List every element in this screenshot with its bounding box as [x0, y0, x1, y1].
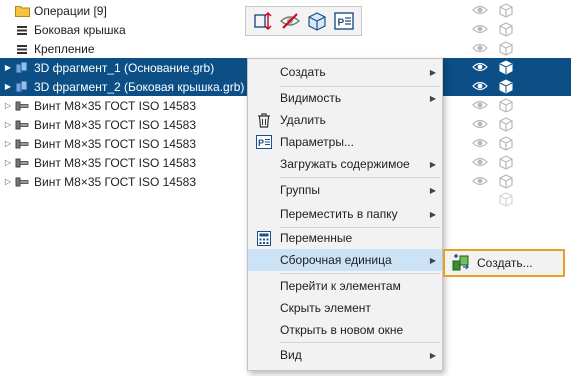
svg-text:P: P [338, 18, 345, 29]
submenu-arrow-icon: ▶ [429, 255, 437, 265]
expand-arrow-icon[interactable]: ▶ [2, 82, 14, 91]
parameters-icon[interactable]: P [332, 9, 356, 33]
trash-icon [248, 112, 280, 128]
cube-icon[interactable] [498, 116, 514, 132]
visibility-eye-icon[interactable] [472, 117, 488, 131]
expand-arrow-icon[interactable]: ▷ [2, 177, 14, 186]
menu-item-visibility[interactable]: Видимость ▶ [248, 87, 442, 109]
submenu-arrow-icon: ▶ [429, 93, 437, 103]
cube-icon[interactable] [498, 97, 514, 113]
list-icon [14, 42, 30, 56]
menu-item-parameters[interactable]: P Параметры... [248, 131, 442, 153]
tree-row-label: Боковая крышка [34, 22, 126, 37]
fragment-3d-icon [14, 61, 30, 75]
cube-icon[interactable] [498, 21, 514, 37]
screw-icon [14, 99, 30, 113]
submenu-arrow-icon: ▶ [429, 185, 437, 195]
menu-separator [280, 177, 440, 178]
list-icon [14, 23, 30, 37]
cube-icon[interactable] [498, 135, 514, 151]
expand-arrow-icon[interactable]: ▷ [2, 101, 14, 110]
menu-item-hide-element[interactable]: Скрыть элемент [248, 297, 442, 319]
tree-row-label: 3D фрагмент_2 (Боковая крышка.grb) [34, 79, 245, 94]
menu-item-delete[interactable]: Удалить [248, 109, 442, 131]
cube-icon[interactable] [498, 40, 514, 56]
submenu-item-create[interactable]: Создать... [477, 256, 533, 270]
calculator-icon [248, 230, 280, 246]
hide-icon[interactable] [278, 9, 302, 33]
submenu-arrow-icon: ▶ [429, 159, 437, 169]
cube-icon[interactable] [498, 154, 514, 170]
submenu-arrow-icon: ▶ [429, 350, 437, 360]
submenu-arrow-icon: ▶ [429, 209, 437, 219]
tree-row-label: Винт M8×35 ГОСТ ISO 14583 [34, 174, 196, 189]
submenu-arrow-icon: ▶ [429, 67, 437, 77]
tree-row-label: Крепление [34, 41, 95, 56]
visibility-eye-icon[interactable] [472, 136, 488, 150]
menu-separator [280, 342, 440, 343]
menu-item-create[interactable]: Создать ▶ [248, 61, 442, 83]
screw-icon [14, 118, 30, 132]
cube-icon[interactable] [498, 59, 514, 75]
screw-icon [14, 137, 30, 151]
transform-icon[interactable] [251, 9, 275, 33]
visibility-eye-icon[interactable] [472, 41, 488, 55]
visibility-eye-icon[interactable] [472, 3, 488, 17]
create-assembly-icon [445, 254, 477, 272]
visibility-eye-icon[interactable] [472, 22, 488, 36]
menu-item-variables[interactable]: Переменные [248, 227, 442, 249]
cube-icon[interactable] [498, 78, 514, 94]
tree-row-label: 3D фрагмент_1 (Основание.grb) [34, 60, 215, 75]
folder-icon [14, 4, 30, 18]
cube-icon[interactable] [498, 173, 514, 189]
visibility-eye-icon[interactable] [472, 98, 488, 112]
expand-arrow-icon[interactable]: ▷ [2, 158, 14, 167]
tree-row-label: Винт M8×35 ГОСТ ISO 14583 [34, 155, 196, 170]
menu-item-goto-elements[interactable]: Перейти к элементам [248, 275, 442, 297]
menu-item-view[interactable]: Вид ▶ [248, 344, 442, 366]
menu-item-groups[interactable]: Группы ▶ [248, 179, 442, 201]
menu-item-assembly-unit[interactable]: Сборочная единица ▶ [248, 249, 442, 271]
expand-arrow-icon[interactable]: ▷ [2, 139, 14, 148]
visibility-eye-icon[interactable] [472, 155, 488, 169]
tree-row-fastening[interactable]: Крепление [0, 39, 571, 58]
floating-toolbar: P [245, 6, 362, 36]
tree-row-label: Винт M8×35 ГОСТ ISO 14583 [34, 98, 196, 113]
visibility-eye-icon[interactable] [472, 174, 488, 188]
cube-icon [499, 192, 513, 207]
tree-row-label: Винт M8×35 ГОСТ ISO 14583 [34, 117, 196, 132]
parameters-icon: P [248, 135, 280, 149]
expand-arrow-icon[interactable]: ▶ [2, 63, 14, 72]
menu-separator [280, 273, 440, 274]
visibility-eye-icon[interactable] [472, 60, 488, 74]
cube-view-icon[interactable] [305, 9, 329, 33]
svg-text:P: P [258, 138, 264, 148]
expand-arrow-icon[interactable]: ▷ [2, 120, 14, 129]
menu-item-open-new-window[interactable]: Открыть в новом окне [248, 319, 442, 341]
fragment-3d-icon [14, 80, 30, 94]
tree-row-label: Операции [9] [34, 3, 107, 18]
context-menu: Создать ▶ Видимость ▶ Удалить P Параметр… [247, 58, 443, 371]
cube-icon[interactable] [498, 2, 514, 18]
screw-icon [14, 175, 30, 189]
tree-row-label: Винт M8×35 ГОСТ ISO 14583 [34, 136, 196, 151]
menu-item-load-contents[interactable]: Загружать содержимое ▶ [248, 153, 442, 175]
submenu-assembly-unit: Создать... [443, 249, 565, 277]
menu-item-move-to-folder[interactable]: Переместить в папку ▶ [248, 203, 442, 225]
screw-icon [14, 156, 30, 170]
visibility-eye-icon[interactable] [472, 79, 488, 93]
